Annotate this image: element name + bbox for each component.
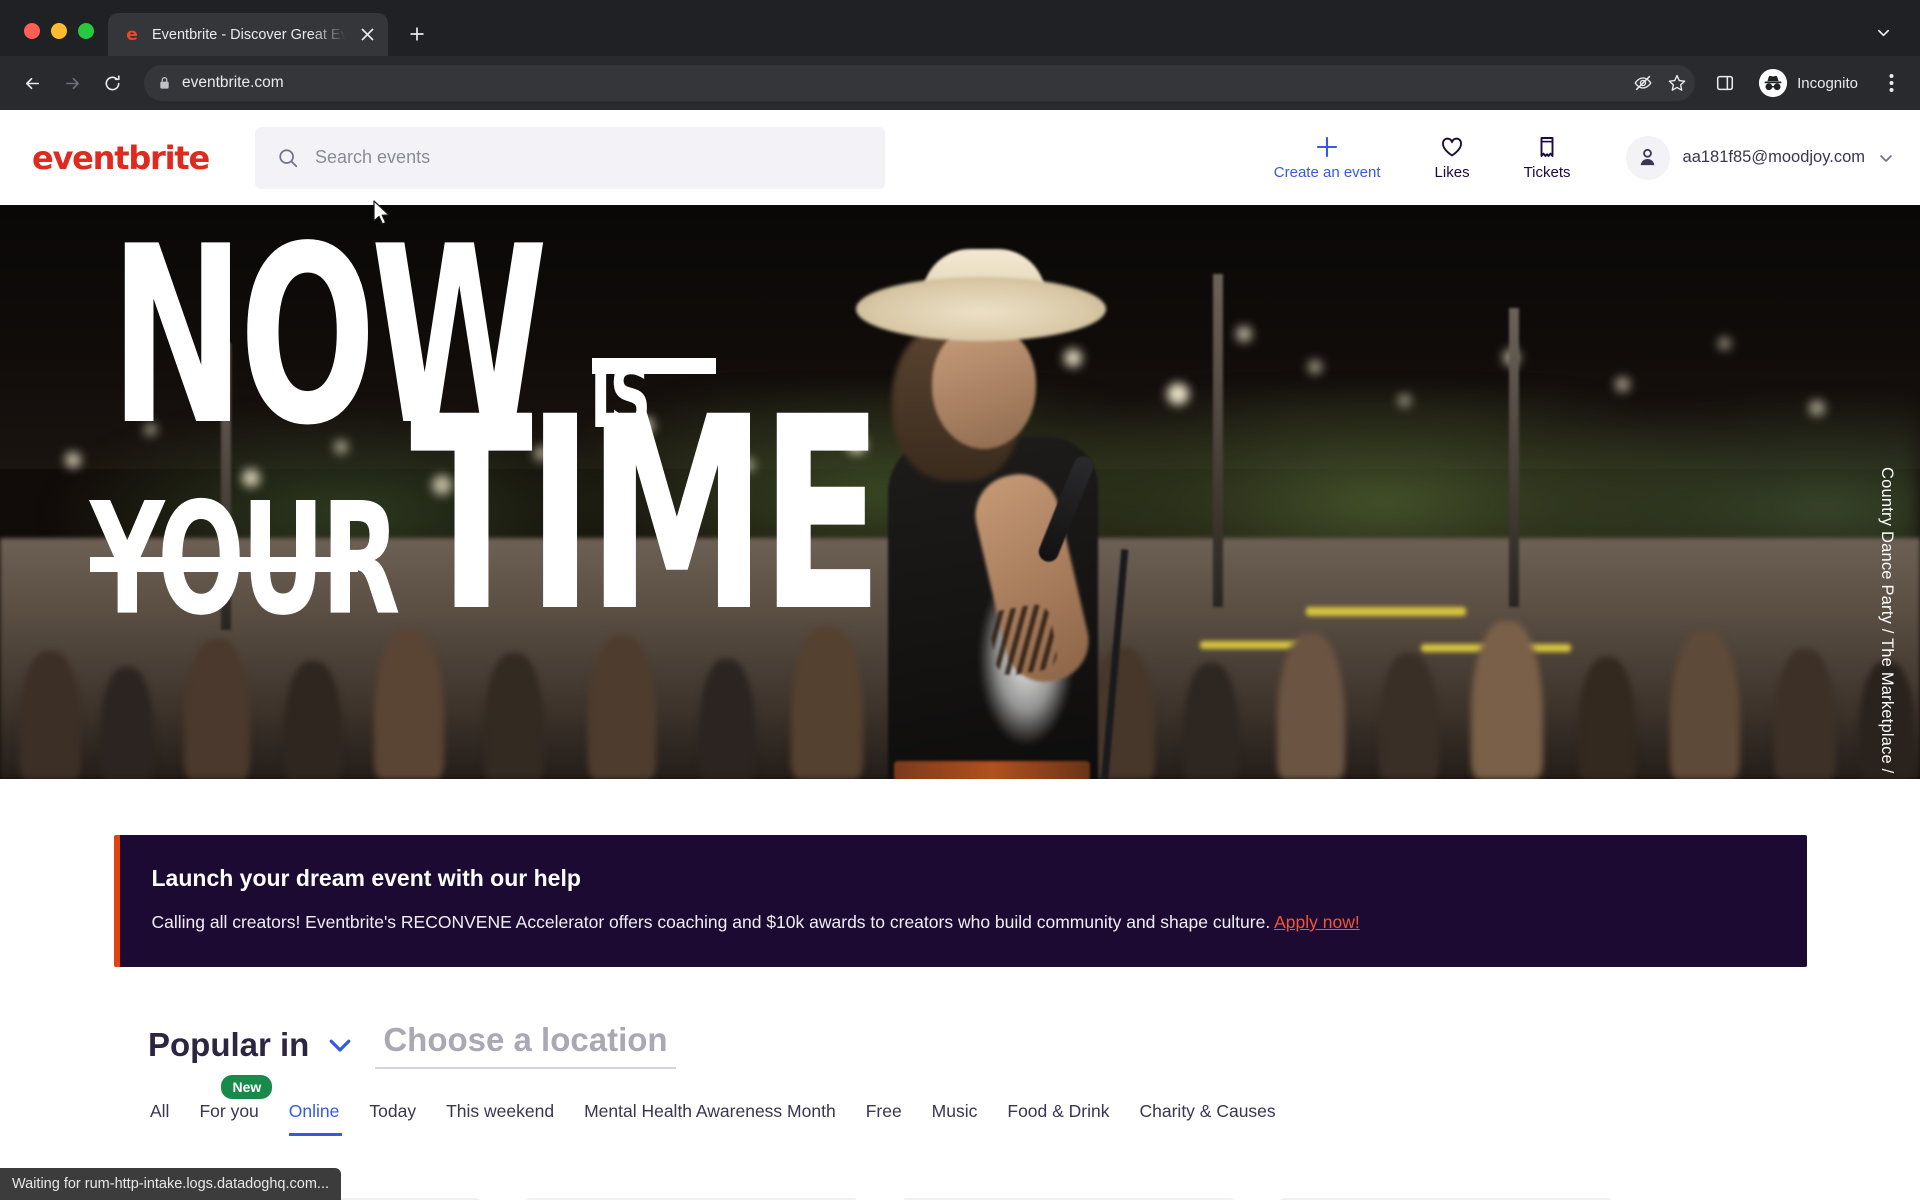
ticket-icon xyxy=(1535,135,1559,159)
tab-food-and-drink[interactable]: Food & Drink xyxy=(1007,1101,1139,1136)
tab-music[interactable]: Music xyxy=(932,1101,1008,1136)
create-an-event-button[interactable]: Create an event xyxy=(1247,135,1408,181)
category-tabs: All For you New Online Today This weeken… xyxy=(0,1069,1920,1136)
promo-banner: Launch your dream event with our help Ca… xyxy=(113,835,1807,967)
likes-label: Likes xyxy=(1434,163,1470,181)
side-panel-icon[interactable] xyxy=(1707,65,1743,101)
likes-button[interactable]: Likes xyxy=(1408,135,1497,181)
tab-mental-health-awareness-month[interactable]: Mental Health Awareness Month xyxy=(584,1101,866,1136)
tickets-button[interactable]: Tickets xyxy=(1497,135,1598,181)
minimize-window-button[interactable] xyxy=(51,23,67,39)
promo-body-text: Calling all creators! Eventbrite's RECON… xyxy=(151,912,1271,932)
choose-a-location-input[interactable]: Choose a location xyxy=(375,1021,676,1069)
incognito-icon xyxy=(1758,68,1788,98)
tab-this-weekend[interactable]: This weekend xyxy=(446,1101,584,1136)
address-bar-url: eventbrite.com xyxy=(182,74,284,91)
hero-word-time: TIME xyxy=(409,360,883,671)
hero-rule-bottom xyxy=(90,557,358,572)
tab-today[interactable]: Today xyxy=(369,1101,446,1136)
account-menu-button[interactable]: aa181f85@moodjoy.com xyxy=(1604,135,1894,180)
promo-body: Calling all creators! Eventbrite's RECON… xyxy=(152,912,1807,933)
browser-tab[interactable]: e Eventbrite - Discover Great Events xyxy=(108,13,388,56)
popular-in-label: Popular in xyxy=(148,1026,310,1063)
page-viewport: eventbrite Search events Create an event xyxy=(0,110,1920,1200)
browser-window: e Eventbrite - Discover Great Events xyxy=(0,0,1920,1200)
promo-banner-wrap: Launch your dream event with our help Ca… xyxy=(0,779,1920,967)
browser-menu-kebab-icon[interactable] xyxy=(1876,65,1906,101)
apply-now-link[interactable]: Apply now! xyxy=(1274,912,1360,932)
chevron-down-icon xyxy=(1878,150,1894,166)
close-window-button[interactable] xyxy=(24,23,40,39)
hero-banner: NOW IS YOUR TIME Find your next event Co… xyxy=(0,205,1920,779)
new-tab-button[interactable] xyxy=(400,17,434,51)
maximize-window-button[interactable] xyxy=(78,23,94,39)
address-bar[interactable]: eventbrite.com xyxy=(144,65,1696,101)
browser-toolbar: eventbrite.com Incognito xyxy=(0,56,1920,110)
browser-status-bar: Waiting for rum-http-intake.logs.datadog… xyxy=(0,1168,342,1200)
eye-off-icon[interactable] xyxy=(1633,73,1653,93)
hero-headline: NOW IS YOUR TIME xyxy=(90,216,917,671)
bookmark-star-icon[interactable] xyxy=(1667,73,1687,93)
incognito-label: Incognito xyxy=(1797,74,1858,92)
browser-tab-title: Eventbrite - Discover Great Events xyxy=(152,26,346,43)
popular-in-section: Popular in Choose a location xyxy=(0,967,1920,1069)
create-an-event-label: Create an event xyxy=(1273,163,1381,181)
account-email: aa181f85@moodjoy.com xyxy=(1682,148,1865,166)
search-icon xyxy=(277,147,299,169)
tickets-label: Tickets xyxy=(1523,163,1571,181)
hero-photo-caption: Country Dance Party / The Marketplace / … xyxy=(1878,467,1896,779)
site-header: eventbrite Search events Create an event xyxy=(0,110,1920,205)
window-traffic-lights xyxy=(18,23,108,56)
search-placeholder: Search events xyxy=(315,147,431,167)
new-badge: New xyxy=(221,1075,273,1099)
reload-button[interactable] xyxy=(94,65,130,101)
tab-charity-and-causes[interactable]: Charity & Causes xyxy=(1140,1101,1306,1136)
heart-icon xyxy=(1440,135,1464,159)
avatar xyxy=(1625,135,1670,180)
tab-online[interactable]: Online xyxy=(288,1101,370,1136)
tab-for-you[interactable]: For you xyxy=(199,1101,288,1136)
tab-free[interactable]: Free xyxy=(866,1101,932,1136)
eventbrite-logo[interactable]: eventbrite xyxy=(28,139,210,177)
plus-icon xyxy=(1315,135,1339,159)
tab-all[interactable]: All xyxy=(150,1101,199,1136)
incognito-profile-button[interactable]: Incognito xyxy=(1753,64,1872,102)
forward-button[interactable] xyxy=(54,65,90,101)
browser-tab-strip: e Eventbrite - Discover Great Events xyxy=(0,0,1920,56)
eventbrite-favicon: e xyxy=(126,24,138,45)
address-bar-actions xyxy=(1633,73,1687,93)
search-input[interactable]: Search events xyxy=(255,126,886,189)
chevron-down-icon[interactable] xyxy=(325,1030,355,1060)
close-tab-button[interactable] xyxy=(356,24,378,46)
back-button[interactable] xyxy=(14,65,50,101)
header-nav: Create an event Likes Tickets aa181f85@m… xyxy=(1247,135,1894,181)
tab-search-chevron-down-icon[interactable] xyxy=(1868,17,1898,47)
promo-heading: Launch your dream event with our help xyxy=(151,865,581,891)
hero-performer xyxy=(856,249,1200,779)
lock-icon xyxy=(158,76,171,90)
